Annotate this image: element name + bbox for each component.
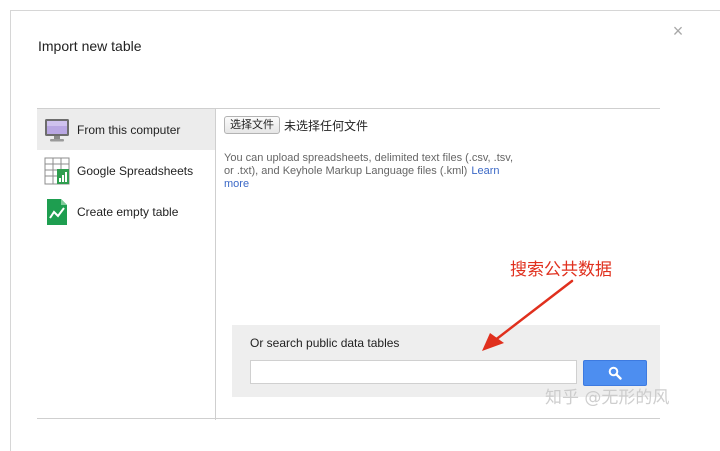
divider-bottom	[37, 418, 660, 419]
monitor-icon	[44, 116, 70, 144]
annotation-arrow	[482, 279, 574, 351]
sidebar-item-label: From this computer	[77, 122, 181, 137]
file-status-text: 未选择任何文件	[284, 118, 369, 133]
search-input[interactable]	[250, 360, 577, 384]
sidebar-item-google-spreadsheets[interactable]: Google Spreadsheets	[37, 150, 215, 191]
sidebar-item-from-this-computer[interactable]: From this computer	[37, 109, 215, 150]
upload-panel: 选择文件 未选择任何文件 You can upload spreadsheets…	[224, 116, 664, 191]
chart-file-icon	[44, 198, 70, 226]
sidebar-item-label: Create empty table	[77, 204, 179, 219]
spreadsheet-icon	[44, 157, 70, 185]
watermark: 知乎 @无形的风	[545, 388, 670, 408]
divider-vertical	[215, 108, 216, 420]
upload-description: You can upload spreadsheets, delimited t…	[224, 152, 524, 191]
dialog-title: Import new table	[38, 38, 142, 54]
choose-file-button[interactable]: 选择文件	[224, 116, 280, 134]
source-sidebar: From this computer Google Spreadsheets C…	[37, 109, 215, 232]
sidebar-item-create-empty-table[interactable]: Create empty table	[37, 191, 215, 232]
file-chooser: 选择文件 未选择任何文件	[224, 116, 664, 134]
search-icon	[608, 366, 622, 380]
search-label: Or search public data tables	[250, 336, 400, 350]
sidebar-item-label: Google Spreadsheets	[77, 163, 194, 178]
upload-description-text: You can upload spreadsheets, delimited t…	[224, 152, 514, 177]
close-icon[interactable]: ×	[668, 21, 688, 41]
